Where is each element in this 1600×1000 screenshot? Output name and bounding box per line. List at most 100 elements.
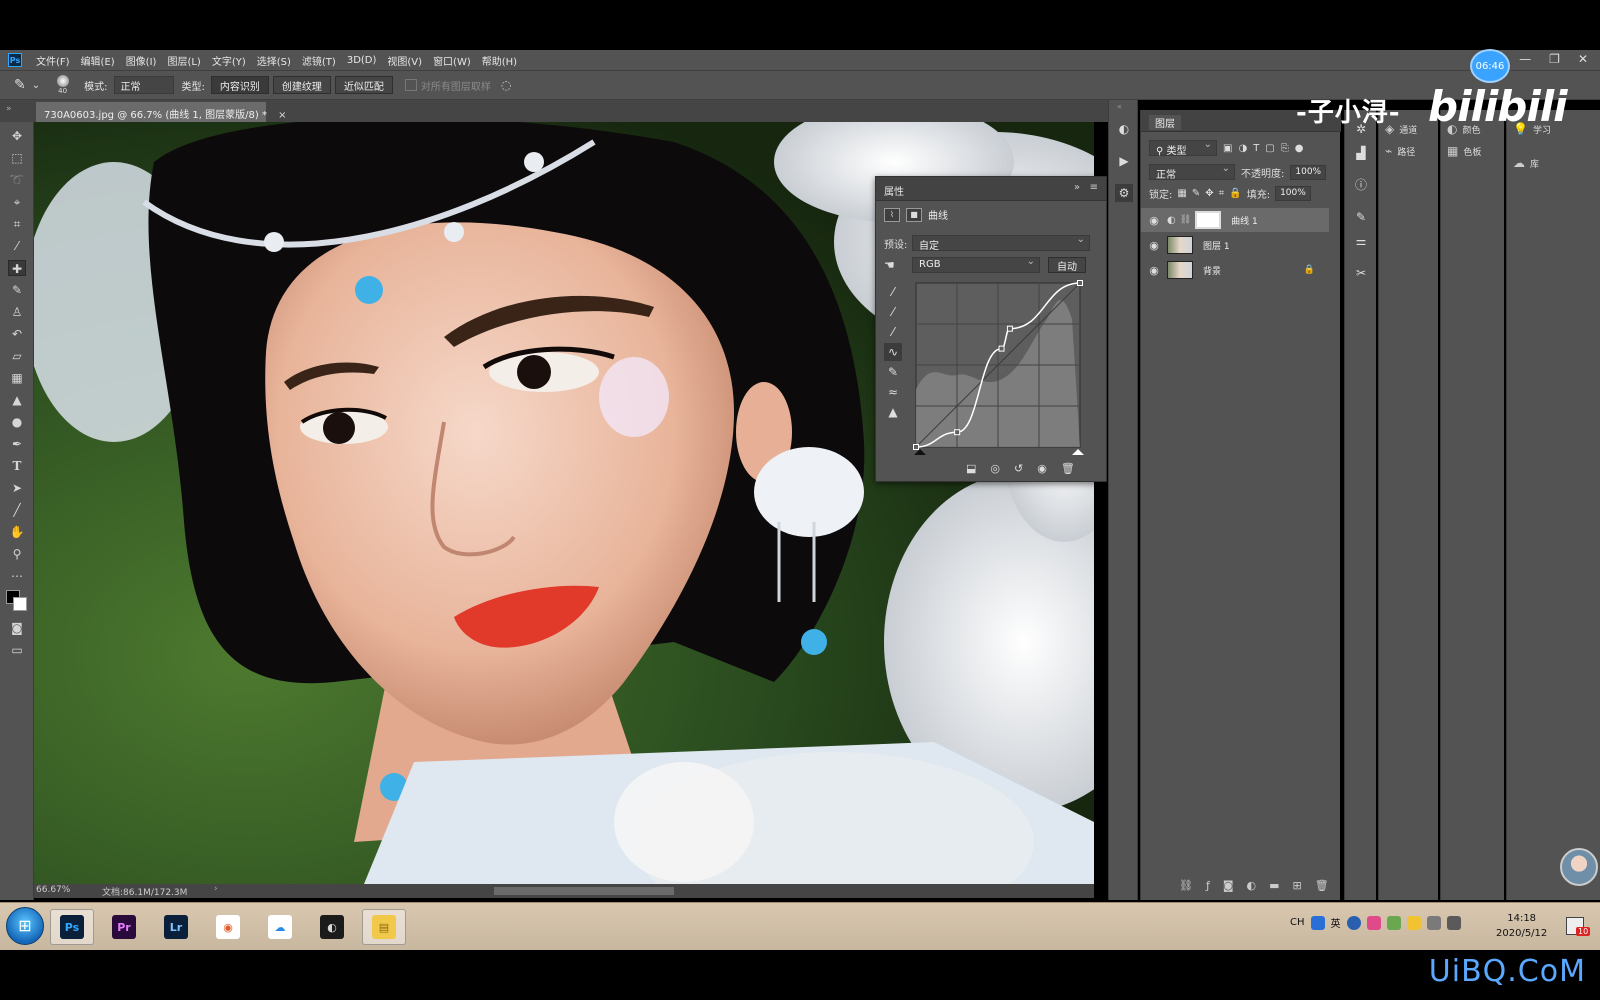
clone-stamp-tool-icon[interactable]: ♙: [8, 304, 26, 320]
menu-filter[interactable]: 滤镜(T): [302, 53, 336, 68]
preset-select[interactable]: 自定: [912, 234, 1090, 252]
eraser-tool-icon[interactable]: ▱: [8, 348, 26, 364]
layer-name[interactable]: 背景: [1203, 264, 1221, 277]
filter-toggle-icon[interactable]: ●: [1295, 143, 1304, 154]
edit-toolbar-icon[interactable]: ⋯: [8, 568, 26, 584]
hand-tool-icon[interactable]: ✋: [8, 524, 26, 540]
status-menu-icon[interactable]: ›: [214, 884, 218, 894]
auto-button[interactable]: 自动: [1048, 257, 1086, 273]
document-tab[interactable]: 730A0603.jpg @ 66.7% (曲线 1, 图层蒙版/8) * ×: [36, 102, 287, 122]
delete-icon[interactable]: 🗑: [1061, 462, 1075, 475]
tools-icon[interactable]: ✂: [1352, 264, 1370, 282]
layer-row-curves[interactable]: ◉ ◐ ⛓ 曲线 1: [1141, 208, 1329, 232]
filter-shape-icon[interactable]: ▢: [1265, 143, 1274, 154]
filter-adjustment-icon[interactable]: ◑: [1238, 143, 1247, 154]
close-button[interactable]: ✕: [1578, 52, 1588, 66]
menu-view[interactable]: 视图(V): [387, 53, 422, 68]
type-proximity-match-button[interactable]: 近似匹配: [334, 76, 393, 94]
background-color-swatch[interactable]: [13, 597, 27, 611]
menu-window[interactable]: 窗口(W): [433, 53, 471, 68]
photoshop-logo-icon[interactable]: Ps: [8, 53, 22, 67]
delete-layer-icon[interactable]: 🗑: [1315, 879, 1329, 892]
tray-app-icon[interactable]: [1386, 915, 1401, 930]
blur-tool-icon[interactable]: ▲: [8, 392, 26, 408]
layer-name[interactable]: 曲线 1: [1231, 214, 1258, 227]
libraries-entry[interactable]: ☁ 库: [1513, 156, 1539, 170]
type-tool-icon[interactable]: T: [8, 458, 26, 474]
new-group-icon[interactable]: ▬: [1269, 879, 1279, 892]
collapse-icon[interactable]: »: [1074, 182, 1080, 193]
spot-healing-brush-icon[interactable]: ✎: [14, 77, 26, 93]
lock-position-icon[interactable]: ✥: [1205, 188, 1213, 199]
menu-3d[interactable]: 3D(D): [347, 55, 377, 66]
layer-style-icon[interactable]: ƒ: [1206, 879, 1210, 892]
taskbar-app-6[interactable]: ▤: [362, 909, 406, 945]
eye-icon[interactable]: ◉: [1141, 214, 1167, 227]
clipping-warning-icon[interactable]: ▲: [884, 403, 902, 421]
panel-menu-icon[interactable]: ≡: [1090, 182, 1098, 193]
chevron-down-icon[interactable]: ⌄: [32, 80, 40, 91]
menu-select[interactable]: 选择(S): [257, 53, 291, 68]
channel-select[interactable]: RGB: [912, 256, 1040, 273]
edit-points-icon[interactable]: ∿: [884, 343, 902, 361]
view-previous-icon[interactable]: ◎: [990, 462, 1000, 475]
blend-mode-select[interactable]: 正常: [1149, 163, 1235, 181]
layer-filter-select[interactable]: ⚲ 类型: [1149, 139, 1217, 157]
adjust-sliders-icon[interactable]: ⚌: [1352, 232, 1370, 250]
white-point-slider[interactable]: [1072, 449, 1084, 455]
healing-brush-tool-icon[interactable]: ✚: [8, 260, 26, 276]
link-layers-icon[interactable]: ⛓: [1179, 879, 1193, 892]
layer-mask-thumbnail[interactable]: [1195, 211, 1222, 229]
sample-all-layers-checkbox[interactable]: [404, 79, 417, 91]
system-clock[interactable]: 14:18 2020/5/12: [1496, 911, 1547, 941]
opacity-input[interactable]: 100%: [1290, 164, 1327, 180]
menu-file[interactable]: 文件(F): [36, 53, 70, 68]
line-tool-icon[interactable]: ╱: [8, 502, 26, 518]
eye-icon[interactable]: ◉: [1141, 239, 1167, 252]
gray-point-eyedropper-icon[interactable]: ⁄: [884, 303, 902, 321]
layer-row-layer1[interactable]: ◉ 图层 1: [1141, 233, 1329, 257]
lock-all-icon[interactable]: 🔒: [1229, 188, 1241, 199]
pressure-size-icon[interactable]: ◌: [501, 78, 511, 92]
menu-type[interactable]: 文字(Y): [212, 53, 246, 68]
path-select-tool-icon[interactable]: ➤: [8, 480, 26, 496]
new-adjustment-icon[interactable]: ◐: [1247, 879, 1257, 892]
marquee-tool-icon[interactable]: ⬚: [8, 150, 26, 166]
fill-input[interactable]: 100%: [1275, 186, 1311, 201]
brush-tool-icon[interactable]: ✎: [8, 282, 26, 298]
actions-play-icon[interactable]: ▶: [1115, 152, 1133, 170]
dodge-tool-icon[interactable]: ●: [8, 414, 26, 430]
collapse-toolbar-icon[interactable]: »: [6, 104, 12, 114]
start-button[interactable]: ⊞: [6, 907, 44, 945]
ime-icon[interactable]: [1310, 915, 1325, 930]
expand-dock-icon[interactable]: «: [1117, 102, 1122, 111]
quick-select-tool-icon[interactable]: ⌖: [8, 194, 26, 210]
reset-icon[interactable]: ↺: [1014, 462, 1023, 475]
type-content-aware-button[interactable]: 内容识别: [210, 76, 269, 94]
language-indicator[interactable]: CH: [1290, 917, 1305, 928]
new-layer-icon[interactable]: ⊞: [1293, 879, 1302, 892]
smooth-curve-icon[interactable]: ≈: [884, 383, 902, 401]
target-adjust-icon[interactable]: ☚: [884, 258, 912, 272]
lock-artboard-icon[interactable]: ⌗: [1219, 188, 1225, 199]
adjustments-icon[interactable]: ◐: [1115, 120, 1133, 138]
filter-smart-icon[interactable]: ⎘: [1281, 143, 1289, 154]
curve-control-point[interactable]: [1077, 280, 1083, 286]
network-icon[interactable]: [1446, 915, 1461, 930]
draw-curve-icon[interactable]: ✎: [884, 363, 902, 381]
link-icon[interactable]: ⛓: [1180, 215, 1191, 225]
histogram-icon[interactable]: ▟: [1352, 144, 1370, 162]
minimize-button[interactable]: —: [1519, 52, 1531, 66]
taskbar-app-5[interactable]: ◐: [310, 909, 354, 945]
taskbar-app-3[interactable]: ◉: [206, 909, 250, 945]
close-icon[interactable]: ×: [278, 110, 286, 121]
curves-graph[interactable]: [912, 279, 1084, 455]
move-tool-icon[interactable]: ✥: [8, 128, 26, 144]
black-point-eyedropper-icon[interactable]: ⁄: [884, 283, 902, 301]
mode-select[interactable]: 正常: [113, 76, 174, 94]
tray-app-icon[interactable]: [1406, 915, 1421, 930]
taskbar-app-2[interactable]: Lr: [154, 909, 198, 945]
volume-icon[interactable]: [1426, 915, 1441, 930]
menu-edit[interactable]: 编辑(E): [81, 53, 115, 68]
curve-control-point[interactable]: [913, 444, 919, 450]
